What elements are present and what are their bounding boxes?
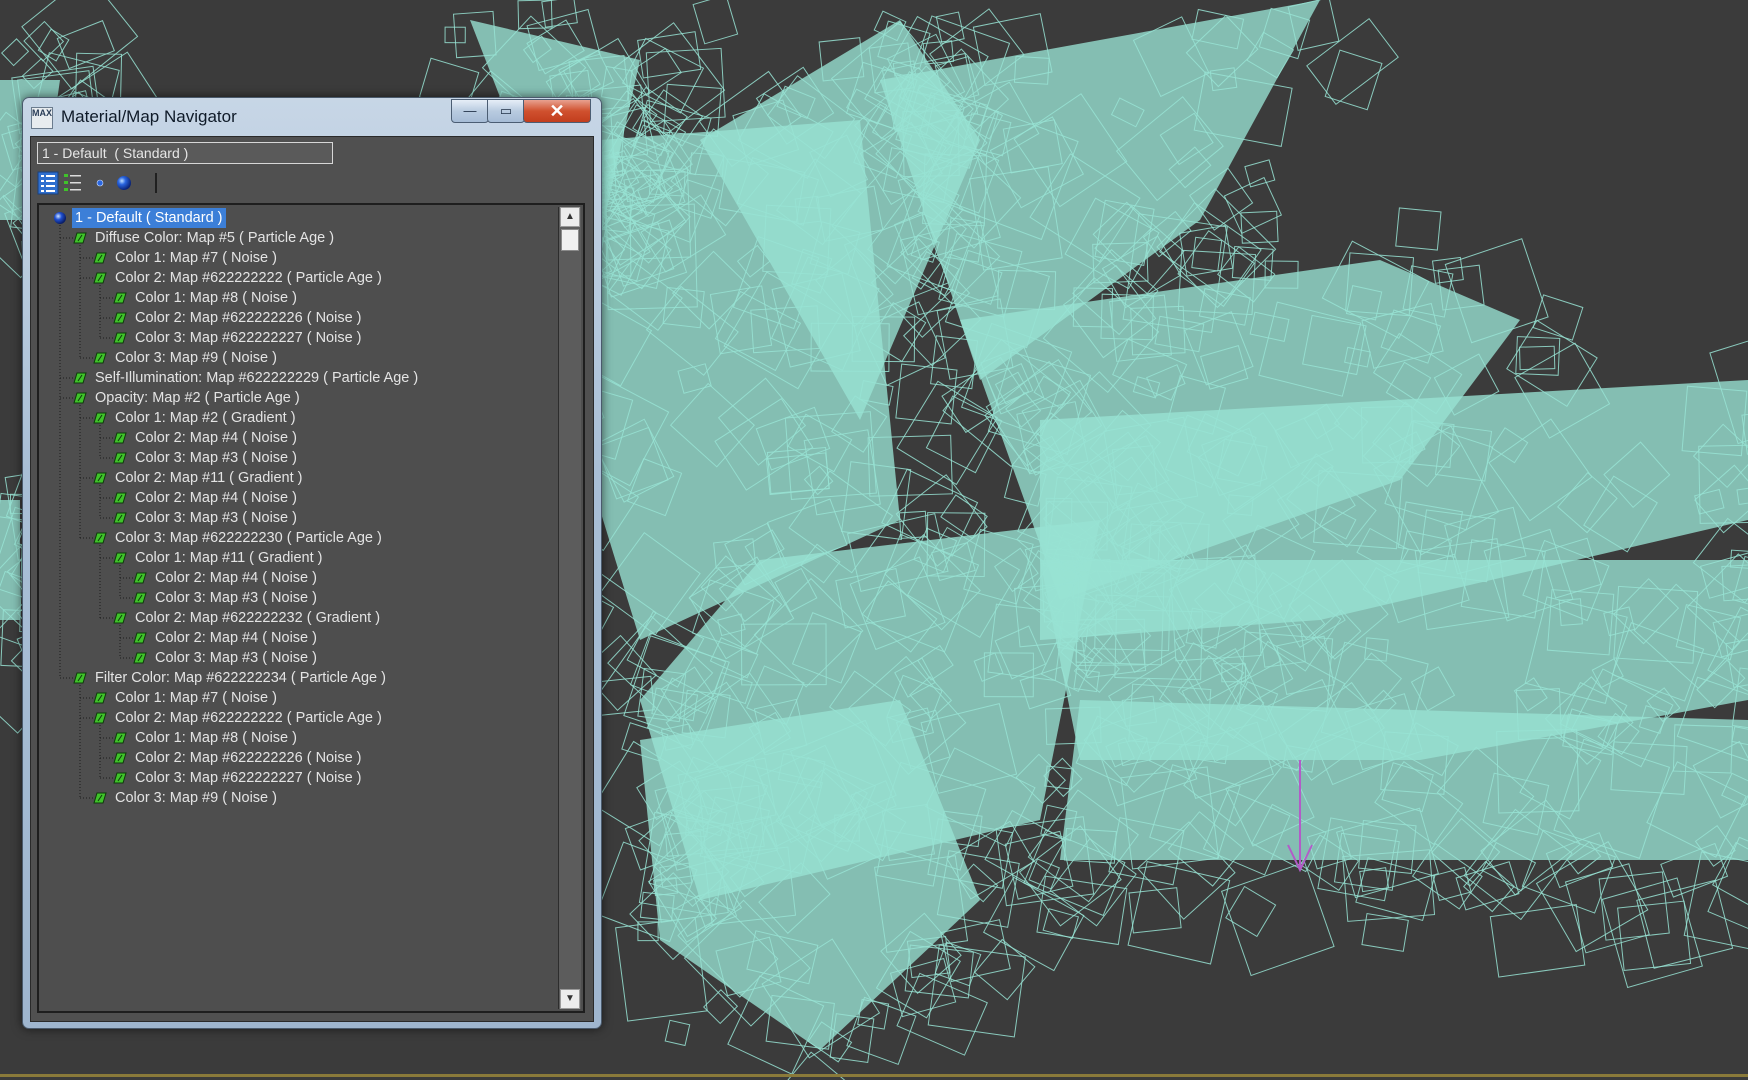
view-list-icons-icon[interactable] — [61, 171, 83, 195]
close-button[interactable]: ✕ — [523, 99, 591, 123]
map-parallelogram-icon — [113, 332, 127, 344]
view-list-icons-icon — [64, 174, 81, 191]
map-parallelogram-icon — [113, 512, 127, 524]
tree-item-label: Color 2: Map #11 ( Gradient ) — [115, 470, 303, 486]
tree-item-label: Color 3: Map #3 ( Noise ) — [155, 650, 317, 666]
minimize-button[interactable]: — — [451, 99, 489, 123]
app-icon: MAX — [31, 107, 53, 129]
map-parallelogram-icon — [93, 472, 107, 484]
map-parallelogram-icon — [73, 392, 87, 404]
view-large-icons-icon — [117, 176, 131, 190]
tree-item-label: Color 3: Map #3 ( Noise ) — [135, 450, 297, 466]
toolbar — [37, 171, 167, 195]
view-list-icon — [37, 171, 59, 195]
view-small-icons-icon — [96, 179, 104, 187]
map-parallelogram-icon — [133, 632, 147, 644]
map-parallelogram-icon — [93, 412, 107, 424]
tree-item-label: Color 2: Map #622222222 ( Particle Age ) — [115, 270, 382, 286]
tree-item-label: Color 2: Map #4 ( Noise ) — [135, 430, 297, 446]
map-parallelogram-icon — [113, 772, 127, 784]
view-list-icon[interactable] — [37, 171, 59, 195]
map-parallelogram-icon — [133, 592, 147, 604]
map-parallelogram-icon — [93, 692, 107, 704]
tree-item-label: Color 3: Map #3 ( Noise ) — [135, 510, 297, 526]
map-parallelogram-icon — [113, 752, 127, 764]
map-parallelogram-icon — [93, 792, 107, 804]
toolbar-separator — [155, 173, 157, 193]
map-parallelogram-icon — [113, 452, 127, 464]
tree-item-label: Color 3: Map #9 ( Noise ) — [115, 790, 277, 806]
scroll-up-button[interactable]: ▲ — [560, 207, 580, 227]
tree-item-label: Color 3: Map #622222230 ( Particle Age ) — [115, 530, 382, 546]
tree-item-label: Diffuse Color: Map #5 ( Particle Age ) — [95, 230, 335, 246]
map-parallelogram-icon — [93, 532, 107, 544]
tree-item-label: Color 1: Map #8 ( Noise ) — [135, 290, 297, 306]
title-bar[interactable]: MAX Material/Map Navigator — ▭ ✕ — [23, 98, 601, 136]
tree-item-label: Color 2: Map #622222232 ( Gradient ) — [135, 610, 381, 626]
tree-item-label: Filter Color: Map #622222234 ( Particle … — [95, 670, 386, 686]
material-tree[interactable]: 1 - Default ( Standard ) Diffuse Color: M… — [37, 203, 585, 1013]
material-map-navigator-window[interactable]: MAX Material/Map Navigator — ▭ ✕ 1 - Def… — [22, 97, 602, 1029]
tree-item-label: Color 1: Map #7 ( Noise ) — [115, 690, 277, 706]
map-parallelogram-icon — [93, 272, 107, 284]
tree-item-label: Opacity: Map #2 ( Particle Age ) — [95, 390, 300, 406]
scroll-thumb[interactable] — [561, 229, 579, 251]
map-parallelogram-icon — [113, 492, 127, 504]
map-parallelogram-icon — [93, 712, 107, 724]
map-parallelogram-icon — [113, 292, 127, 304]
map-parallelogram-icon — [133, 572, 147, 584]
maximize-button[interactable]: ▭ — [487, 99, 525, 123]
tree-item-label: Color 2: Map #4 ( Noise ) — [135, 490, 297, 506]
tree-item-label: Color 3: Map #3 ( Noise ) — [155, 590, 317, 606]
tree-item-label: Color 2: Map #622222226 ( Noise ) — [135, 750, 362, 766]
window-client-area: 1 - Default ( Standard ) Diffuse Color: M… — [30, 136, 594, 1022]
window-title: Material/Map Navigator — [61, 107, 237, 126]
tree-item-label: Color 2: Map #4 ( Noise ) — [155, 630, 317, 646]
tree-item-label: Self-Illumination: Map #622222229 ( Part… — [95, 370, 419, 386]
map-parallelogram-icon — [113, 612, 127, 624]
map-parallelogram-icon — [113, 432, 127, 444]
map-parallelogram-icon — [93, 352, 107, 364]
map-parallelogram-icon — [93, 252, 107, 264]
map-parallelogram-icon — [113, 732, 127, 744]
vertical-scrollbar[interactable]: ▲ ▼ — [558, 207, 581, 1009]
tree-item-label: Color 2: Map #622222222 ( Particle Age ) — [115, 710, 382, 726]
map-parallelogram-icon — [73, 372, 87, 384]
map-parallelogram-icon — [113, 312, 127, 324]
tree-item-label: Color 3: Map #622222227 ( Noise ) — [135, 770, 362, 786]
material-sphere-icon — [54, 212, 66, 224]
tree-item-label: Color 3: Map #9 ( Noise ) — [115, 350, 277, 366]
tree-item-label: Color 2: Map #4 ( Noise ) — [155, 570, 317, 586]
tree-item-label: Color 2: Map #622222226 ( Noise ) — [135, 310, 362, 326]
scroll-down-button[interactable]: ▼ — [560, 989, 580, 1009]
view-large-icons-icon[interactable] — [113, 171, 135, 195]
tree-item-label: Color 1: Map #2 ( Gradient ) — [115, 410, 296, 426]
view-small-icons-icon[interactable] — [89, 171, 111, 195]
map-parallelogram-icon — [113, 552, 127, 564]
map-parallelogram-icon — [73, 672, 87, 684]
tree-item-label: 1 - Default ( Standard ) — [72, 208, 226, 228]
tree-item-label: Color 1: Map #11 ( Gradient ) — [135, 550, 323, 566]
map-parallelogram-icon — [133, 652, 147, 664]
tree-item-label: Color 1: Map #8 ( Noise ) — [135, 730, 297, 746]
map-parallelogram-icon — [73, 232, 87, 244]
viewport-border — [0, 1074, 1748, 1077]
tree-item-label: Color 3: Map #622222227 ( Noise ) — [135, 330, 362, 346]
tree-item-label: Color 1: Map #7 ( Noise ) — [115, 250, 277, 266]
material-name-field[interactable] — [37, 142, 333, 164]
